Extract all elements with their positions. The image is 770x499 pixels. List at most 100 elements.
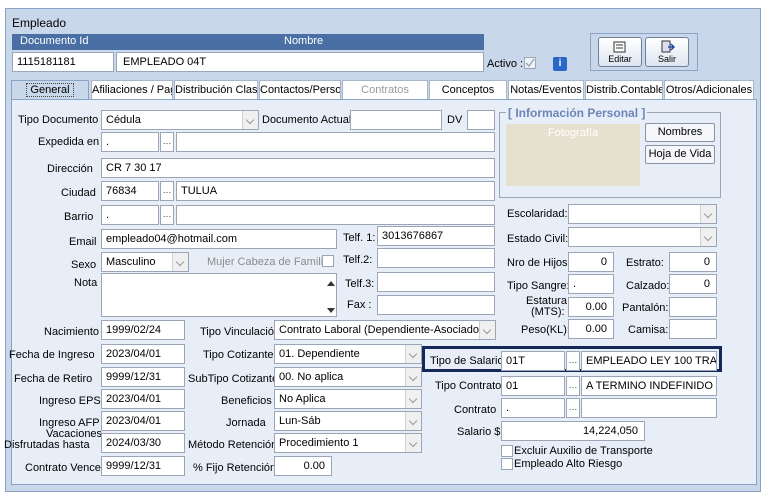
peso-field[interactable]: 0.00 xyxy=(568,319,614,339)
estado-civil-select[interactable] xyxy=(568,227,717,247)
excluir-auxilio-checkbox[interactable] xyxy=(501,445,513,457)
tipo-salario-code-field[interactable]: 01T xyxy=(501,351,565,371)
vacaciones-label-2: Disfrutadas hasta xyxy=(4,439,90,451)
contrato-vence-field[interactable]: 9999/12/31 xyxy=(101,456,185,476)
estatura-label-2: (MTS): xyxy=(531,306,565,318)
ingreso-eps-field[interactable]: 2023/04/01 xyxy=(101,389,185,409)
direccion-field[interactable]: CR 7 30 17 xyxy=(101,158,495,178)
nro-hijos-field[interactable]: 0 xyxy=(568,252,614,272)
camisa-field[interactable] xyxy=(669,319,717,339)
barrio-label: Barrio xyxy=(64,211,94,223)
ciudad-label: Ciudad xyxy=(61,187,96,199)
info-icon[interactable]: i xyxy=(553,57,567,71)
estatura-field[interactable]: 0.00 xyxy=(568,297,614,317)
expedida-code-field[interactable]: . xyxy=(101,132,159,152)
vacaciones-field[interactable]: 2024/03/30 xyxy=(101,433,185,453)
ingreso-afp-field[interactable]: 2023/04/01 xyxy=(101,411,185,431)
metodo-retencion-label: Método Retención xyxy=(188,439,278,451)
tipo-vinculacion-select[interactable]: Contrato Laboral (Dependiente-Asociado) xyxy=(274,320,496,340)
barrio-code-field[interactable]: . xyxy=(101,205,159,225)
mujer-cabeza-checkbox[interactable] xyxy=(322,255,334,267)
pantalon-field[interactable] xyxy=(669,297,717,317)
beneficios-select[interactable]: No Aplica xyxy=(274,389,422,409)
tab-notas-eventos[interactable]: Notas/Eventos xyxy=(508,80,584,100)
fijo-retencion-field[interactable]: 0.00 xyxy=(274,456,332,476)
expedida-name-field[interactable] xyxy=(176,132,495,152)
sexo-label: Sexo xyxy=(71,259,97,271)
tab-contratos[interactable]: Contratos xyxy=(342,80,428,100)
fecha-ingreso-label: Fecha de Ingreso xyxy=(9,349,95,361)
fecha-ingreso-field[interactable]: 2023/04/01 xyxy=(101,344,185,364)
exit-icon xyxy=(661,40,675,53)
tab-conceptos[interactable]: Conceptos xyxy=(429,80,507,100)
telf2-field[interactable] xyxy=(377,248,495,268)
column-documento-id: Documento Id xyxy=(20,35,89,47)
contrato-lookup-button[interactable]: … xyxy=(566,398,580,418)
telf1-field[interactable]: 3013676867 xyxy=(377,226,495,246)
subtipo-cotizante-select[interactable]: 00. No aplica xyxy=(274,367,422,387)
tab-distrib-contable[interactable]: Distrib.Contable xyxy=(585,80,663,100)
contrato-code-field[interactable]: . xyxy=(501,398,565,418)
chevron-down-icon xyxy=(172,253,188,271)
fecha-retiro-field[interactable]: 9999/12/31 xyxy=(101,367,185,387)
salario-label: Salario $ xyxy=(457,426,501,438)
fax-field[interactable] xyxy=(377,295,495,315)
telf3-field[interactable] xyxy=(377,272,495,292)
tipo-contrato-lookup-button[interactable]: … xyxy=(566,376,580,396)
tab-general[interactable]: General xyxy=(11,80,89,100)
jornada-label: Jornada xyxy=(226,417,266,429)
column-nombre: Nombre xyxy=(284,35,324,47)
jornada-select[interactable]: Lun-Sáb xyxy=(274,411,422,431)
tipo-contrato-code-field[interactable]: 01 xyxy=(501,376,565,396)
expedida-lookup-button[interactable]: … xyxy=(160,132,174,152)
tab-contactos[interactable]: Contactos/Persoi xyxy=(259,80,341,100)
nombres-button[interactable]: Nombres xyxy=(645,123,715,142)
salario-field[interactable]: 14,224,050 xyxy=(501,421,645,441)
hoja-de-vida-button[interactable]: Hoja de Vida xyxy=(645,145,715,164)
salir-button[interactable]: Salir xyxy=(645,37,689,67)
nombre-field[interactable]: EMPLEADO 04T xyxy=(116,52,484,72)
dv-field[interactable] xyxy=(467,110,495,130)
ciudad-code-field[interactable]: 76834 xyxy=(101,181,159,201)
barrio-name-field[interactable] xyxy=(176,205,495,225)
tab-distribucion-clase[interactable]: Distribución Clase xyxy=(174,80,258,100)
telf2-label: Telf.2: xyxy=(343,254,373,266)
mujer-cabeza-label: Mujer Cabeza de Familia: xyxy=(207,256,333,268)
ciudad-name-field[interactable]: TULUA xyxy=(176,181,495,201)
check-icon xyxy=(525,58,535,68)
contrato-desc-field[interactable] xyxy=(581,398,717,418)
scroll-up-icon[interactable] xyxy=(327,281,335,286)
fotografia-placeholder: Fotografía xyxy=(506,124,640,186)
tipo-contrato-desc-field[interactable]: A TERMINO INDEFINIDO xyxy=(581,376,717,396)
nacimiento-field[interactable]: 1999/02/24 xyxy=(101,320,185,340)
informacion-personal-title: [ Información Personal ] xyxy=(506,106,648,120)
editar-button[interactable]: Editar xyxy=(598,37,642,67)
tipo-salario-desc-field[interactable]: EMPLEADO LEY 100 TRANSICI xyxy=(581,351,717,371)
nota-textarea[interactable] xyxy=(101,273,337,317)
documento-actual-field[interactable] xyxy=(350,110,442,130)
estrato-field[interactable]: 0 xyxy=(669,252,717,272)
activo-checkbox[interactable] xyxy=(524,57,536,69)
tipo-salario-lookup-button[interactable]: … xyxy=(566,351,580,371)
calzado-field[interactable]: 0 xyxy=(669,274,717,294)
email-field[interactable]: empleado04@hotmail.com xyxy=(101,229,337,249)
activo-label: Activo : xyxy=(487,58,524,70)
tab-otros-adicionales[interactable]: Otros/Adicionales xyxy=(664,80,754,100)
ciudad-lookup-button[interactable]: … xyxy=(160,181,174,201)
sexo-select[interactable]: Masculino xyxy=(101,252,189,272)
barrio-lookup-button[interactable]: … xyxy=(160,205,174,225)
tipo-contrato-label: Tipo Contrato xyxy=(435,380,502,392)
dv-label: DV xyxy=(447,114,463,126)
tipo-documento-select[interactable]: Cédula xyxy=(101,110,259,130)
metodo-retencion-select[interactable]: Procedimiento 1 xyxy=(274,433,422,453)
tipo-cotizante-select[interactable]: 01. Dependiente xyxy=(274,344,422,364)
tab-afiliaciones[interactable]: Afiliaciones / Pag xyxy=(91,80,173,100)
escolaridad-select[interactable] xyxy=(568,204,717,224)
alto-riesgo-checkbox[interactable] xyxy=(501,458,513,470)
scroll-down-icon[interactable] xyxy=(327,308,335,313)
edit-icon xyxy=(613,41,626,53)
beneficios-label: Beneficios xyxy=(221,395,272,407)
ingreso-eps-label: Ingreso EPS xyxy=(39,395,101,407)
documento-id-field[interactable]: 1115181181 xyxy=(12,52,114,72)
tipo-sangre-field[interactable]: . xyxy=(568,274,614,294)
